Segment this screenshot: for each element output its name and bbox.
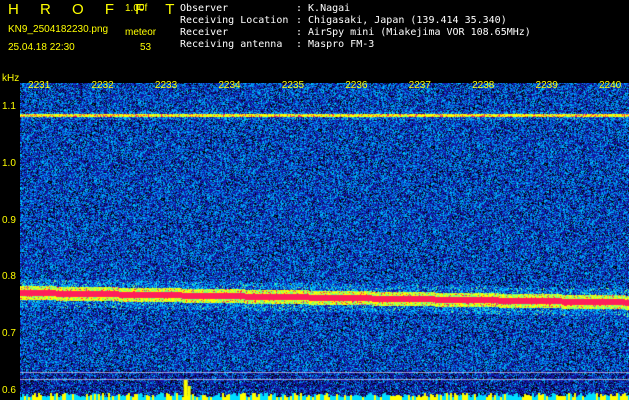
file-name: KN9_2504182230.png	[8, 24, 109, 35]
observer-value: : K.Nagai	[296, 3, 351, 14]
date-time: 25.04.18 22:30	[8, 42, 75, 53]
location-key: Receiving Location	[180, 15, 289, 26]
y-axis-unit: kHz	[2, 73, 20, 84]
location-value: : Chigasaki, Japan (139.414 35.340)	[296, 15, 507, 26]
x-tick-label: 2240	[598, 80, 622, 91]
app-title: H R O F F T	[8, 1, 183, 18]
y-tick-label: 0.6	[2, 384, 16, 396]
x-tick-label: 2231	[28, 80, 51, 91]
receiver-value: : AirSpy mini (Miakejima VOR 108.65MHz)	[296, 27, 531, 38]
y-tick-label: 1.1	[2, 101, 16, 113]
y-tick-label: 1.0	[2, 158, 16, 170]
x-tick-label: 2237	[408, 80, 431, 91]
x-tick-label: 2232	[91, 80, 114, 91]
meteor-label: meteor	[125, 27, 157, 38]
x-tick-label: 2236	[345, 80, 368, 91]
hrofft-window: H R O F F T 1.00f KN9_2504182230.png 25.…	[0, 0, 629, 400]
y-tick-label: 0.8	[2, 271, 16, 283]
meteor-count: 53	[140, 42, 152, 53]
antenna-value: : Maspro FM-3	[296, 39, 375, 50]
antenna-key: Receiving antenna	[180, 39, 283, 50]
version-label: 1.00f	[125, 3, 148, 14]
observer-key: Observer	[180, 3, 229, 14]
receiver-key: Receiver	[180, 27, 229, 38]
x-tick-label: 2238	[472, 80, 495, 91]
x-tick-label: 2235	[281, 80, 305, 91]
y-tick-label: 0.7	[2, 327, 16, 339]
x-tick-label: 2233	[154, 80, 178, 91]
spectrogram-canvas	[20, 83, 629, 400]
y-tick-label: 0.9	[2, 214, 16, 226]
x-tick-label: 2234	[218, 80, 241, 91]
x-tick-label: 2239	[535, 80, 558, 91]
